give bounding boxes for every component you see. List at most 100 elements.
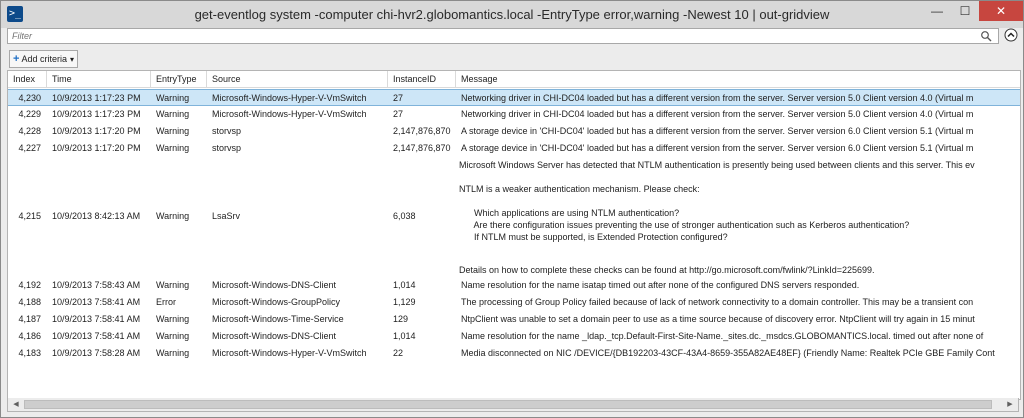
cell-time: 10/9/2013 7:58:41 AM — [52, 297, 141, 307]
cell-time: 10/9/2013 7:58:41 AM — [52, 331, 141, 341]
maximize-button[interactable]: ☐ — [951, 1, 979, 21]
cell-source: Microsoft-Windows-DNS-Client — [212, 280, 337, 290]
cell-instanceid: 27 — [393, 109, 404, 119]
table-row[interactable]: 4,188 10/9/2013 7:58:41 AM Error Microso… — [8, 294, 1020, 311]
cell-time: 10/9/2013 1:17:20 PM — [52, 126, 141, 136]
cell-entrytype: Error — [156, 297, 176, 307]
add-criteria-button[interactable]: + Add criteria ▾ — [9, 50, 78, 68]
cell-instanceid: 1,014 — [393, 280, 416, 290]
cell-source: storvsp — [212, 126, 242, 136]
cell-index: 4,215 — [18, 211, 41, 221]
cell-entrytype: Warning — [156, 126, 190, 136]
cell-index: 4,188 — [18, 297, 41, 307]
cell-source: Microsoft-Windows-Hyper-V-VmSwitch — [212, 93, 367, 103]
column-header-entrytype[interactable]: EntryType — [151, 71, 207, 87]
cell-instanceid: 6,038 — [393, 211, 416, 221]
cell-time: 10/9/2013 1:17:20 PM — [52, 143, 141, 153]
cell-entrytype: Warning — [156, 143, 190, 153]
table-row[interactable]: 4,230 10/9/2013 1:17:23 PM Warning Micro… — [8, 89, 1020, 106]
cell-time: 10/9/2013 1:17:23 PM — [52, 109, 141, 119]
cell-index: 4,229 — [18, 109, 41, 119]
horizontal-scrollbar[interactable]: ◀ ▶ — [7, 398, 1019, 412]
cell-message: A storage device in 'CHI-DC04' loaded bu… — [461, 143, 974, 153]
plus-icon: + — [13, 53, 20, 65]
cell-time: 10/9/2013 8:42:13 AM — [52, 211, 141, 221]
cell-message: Media disconnected on NIC /DEVICE/{DB192… — [461, 348, 995, 358]
table-row[interactable]: 4,228 10/9/2013 1:17:20 PM Warning storv… — [8, 123, 1020, 140]
minimize-button[interactable]: — — [923, 1, 951, 21]
scrollbar-thumb[interactable] — [24, 400, 992, 409]
cell-index: 4,227 — [18, 143, 41, 153]
cell-message: Name resolution for the name _ldap._tcp.… — [461, 331, 984, 341]
table-row[interactable]: 4,183 10/9/2013 7:58:28 AM Warning Micro… — [8, 345, 1020, 362]
cell-instanceid: 2,147,876,870 — [393, 143, 451, 153]
cell-index: 4,192 — [18, 280, 41, 290]
cell-entrytype: Warning — [156, 93, 190, 103]
window-controls: — ☐ ✕ — [923, 1, 1023, 21]
cell-entrytype: Warning — [156, 211, 190, 221]
cell-source: Microsoft-Windows-Time-Service — [212, 314, 344, 324]
scroll-right-arrow-icon[interactable]: ▶ — [1004, 399, 1016, 410]
scroll-left-arrow-icon[interactable]: ◀ — [10, 399, 22, 410]
cell-entrytype: Warning — [156, 348, 190, 358]
cell-entrytype: Warning — [156, 331, 190, 341]
cell-index: 4,230 — [18, 93, 41, 103]
column-header-message[interactable]: Message — [456, 71, 1020, 87]
cell-message: NtpClient was unable to set a domain pee… — [461, 314, 975, 324]
filter-bar — [7, 28, 1019, 44]
filter-input[interactable] — [7, 28, 999, 44]
cell-source: Microsoft-Windows-Hyper-V-VmSwitch — [212, 109, 367, 119]
table-row[interactable]: 4,227 10/9/2013 1:17:20 PM Warning storv… — [8, 140, 1020, 157]
gridview-window: >_ get-eventlog system -computer chi-hvr… — [0, 0, 1024, 418]
cell-time: 10/9/2013 7:58:43 AM — [52, 280, 141, 290]
table-row[interactable]: 4,192 10/9/2013 7:58:43 AM Warning Micro… — [8, 277, 1020, 294]
cell-entrytype: Warning — [156, 314, 190, 324]
cell-message: Name resolution for the name isatap time… — [461, 280, 860, 290]
table-row[interactable]: 4,187 10/9/2013 7:58:41 AM Warning Micro… — [8, 311, 1020, 328]
cell-message: Networking driver in CHI-DC04 loaded but… — [461, 109, 974, 119]
message-line: Are there configuration issues preventin… — [459, 220, 910, 230]
event-grid: Index Time EntryType Source InstanceID M… — [7, 70, 1021, 400]
cell-instanceid: 22 — [393, 348, 404, 358]
cell-index: 4,187 — [18, 314, 41, 324]
cell-source: Microsoft-Windows-Hyper-V-VmSwitch — [212, 348, 367, 358]
cell-message: The processing of Group Policy failed be… — [461, 297, 974, 307]
cell-entrytype: Warning — [156, 109, 190, 119]
cell-time: 10/9/2013 7:58:41 AM — [52, 314, 141, 324]
table-row[interactable]: 4,215 10/9/2013 8:42:13 AM Warning LsaSr… — [8, 157, 1020, 277]
title-bar[interactable]: >_ get-eventlog system -computer chi-hvr… — [1, 1, 1023, 28]
column-header-source[interactable]: Source — [207, 71, 388, 87]
cell-source: Microsoft-Windows-GroupPolicy — [212, 297, 341, 307]
column-header-index[interactable]: Index — [8, 71, 47, 87]
cell-instanceid: 129 — [393, 314, 409, 324]
search-icon[interactable] — [980, 30, 992, 42]
cell-message: Networking driver in CHI-DC04 loaded but… — [461, 93, 974, 103]
column-header-time[interactable]: Time — [47, 71, 151, 87]
cell-instanceid: 1,129 — [393, 297, 416, 307]
cell-message: A storage device in 'CHI-DC04' loaded bu… — [461, 126, 974, 136]
message-line — [459, 243, 1020, 255]
message-line: If NTLM must be supported, is Extended P… — [459, 232, 728, 242]
close-button[interactable]: ✕ — [979, 1, 1023, 21]
message-line: Details on how to complete these checks … — [459, 265, 875, 275]
column-header-instanceid[interactable]: InstanceID — [388, 71, 456, 87]
message-line — [459, 195, 1020, 207]
message-line — [459, 171, 1020, 183]
cell-instanceid: 2,147,876,870 — [393, 126, 451, 136]
cell-index: 4,183 — [18, 348, 41, 358]
collapse-chevron-up-icon[interactable] — [1004, 28, 1018, 42]
cell-time: 10/9/2013 7:58:28 AM — [52, 348, 141, 358]
message-line: NTLM is a weaker authentication mechanis… — [459, 184, 700, 194]
table-row[interactable]: 4,229 10/9/2013 1:17:23 PM Warning Micro… — [8, 106, 1020, 123]
cell-entrytype: Warning — [156, 280, 190, 290]
dropdown-caret-icon: ▾ — [69, 54, 74, 64]
table-row[interactable]: 4,186 10/9/2013 7:58:41 AM Warning Micro… — [8, 328, 1020, 345]
window-title: get-eventlog system -computer chi-hvr2.g… — [194, 7, 830, 22]
cell-index: 4,228 — [18, 126, 41, 136]
cell-instanceid: 1,014 — [393, 331, 416, 341]
cell-instanceid: 27 — [393, 93, 404, 103]
add-criteria-label: Add criteria — [21, 54, 67, 64]
message-line: Which applications are using NTLM authen… — [459, 208, 680, 218]
cell-source: storvsp — [212, 143, 242, 153]
cell-source: LsaSrv — [212, 211, 241, 221]
